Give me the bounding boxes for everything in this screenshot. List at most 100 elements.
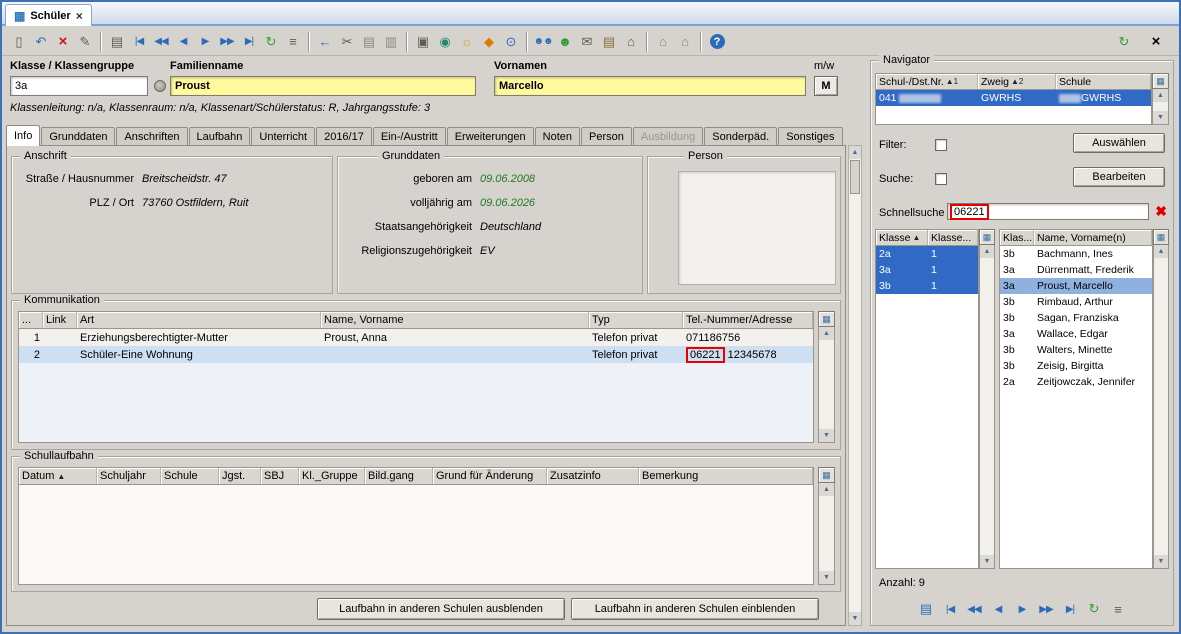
fast-forward-icon[interactable]: ▶▶ [216, 31, 238, 53]
notify-icon[interactable]: ◆ [478, 31, 500, 53]
name-list-row[interactable]: 3a Dürrenmatt, Frederik [1000, 262, 1152, 278]
name-list-row[interactable]: 3b Zeisig, Birgitta [1000, 358, 1152, 374]
scroll-up-icon[interactable]: ▲ [1154, 245, 1168, 258]
col-name-vorname[interactable]: Name, Vorname(n) [1034, 230, 1152, 245]
tab-sonstiges[interactable]: Sonstiges [778, 127, 842, 145]
cut-icon[interactable]: ✂ [336, 31, 358, 53]
kommunikation-row[interactable]: 2 Schüler-Eine Wohnung Telefon privat 06… [19, 346, 813, 363]
previous-record-icon[interactable]: ◀ [172, 31, 194, 53]
name-list-row[interactable]: 3b Rimbaud, Arthur [1000, 294, 1152, 310]
list-icon[interactable]: ≡ [282, 31, 304, 53]
tab-schuljahr[interactable]: 2016/17 [316, 127, 372, 145]
name-list-row[interactable]: 3b Walters, Minette [1000, 342, 1152, 358]
previous-record-icon[interactable]: ◀ [988, 600, 1008, 618]
col-art[interactable]: Art [77, 312, 321, 328]
report-icon[interactable]: ▤ [106, 31, 128, 53]
col-zweig[interactable]: Zweig▲2 [978, 74, 1056, 89]
col-name[interactable]: Name, Vorname [321, 312, 589, 328]
tab-anschriften[interactable]: Anschriften [116, 127, 187, 145]
paste-icon[interactable]: ▥ [380, 31, 402, 53]
building-icon[interactable]: ⌂ [620, 31, 642, 53]
export-icon[interactable]: ▤ [598, 31, 620, 53]
col-jgst[interactable]: Jgst. [219, 468, 261, 484]
print-icon[interactable]: ▣ [412, 31, 434, 53]
fast-back-icon[interactable]: ◀◀ [150, 31, 172, 53]
col-link[interactable]: Link [43, 312, 77, 328]
tab-unterricht[interactable]: Unterricht [251, 127, 315, 145]
klasse-input[interactable] [10, 76, 148, 96]
school-row[interactable]: 041 GWRHS GWRHS [876, 90, 1151, 106]
fast-forward-icon[interactable]: ▶▶ [1036, 600, 1056, 618]
col-kl-gruppe[interactable]: Kl._Gruppe [299, 468, 365, 484]
klasse-row[interactable]: 2a 1 [876, 246, 978, 262]
tab-noten[interactable]: Noten [535, 127, 580, 145]
auswaehlen-button[interactable]: Auswählen [1073, 133, 1165, 153]
name-list-row-selected[interactable]: 3a Proust, Marcello [1000, 278, 1152, 294]
schullaufbahn-scrollbar[interactable]: ▲ ▼ [818, 483, 835, 585]
new-record-icon[interactable]: ▯ [8, 31, 30, 53]
scroll-down-icon[interactable]: ▼ [819, 429, 834, 442]
tab-info[interactable]: Info [6, 125, 40, 146]
filter-checkbox[interactable] [935, 139, 947, 151]
klasse-row[interactable]: 3a 1 [876, 262, 978, 278]
refresh-icon[interactable]: ↻ [260, 31, 282, 53]
klasse-scrollbar[interactable]: ▲ ▼ [979, 245, 995, 569]
col-bildgang[interactable]: Bild.gang [365, 468, 433, 484]
last-record-icon[interactable]: ▶| [1060, 600, 1080, 618]
tab-person[interactable]: Person [581, 127, 632, 145]
table-settings-icon[interactable]: ▦ [1153, 229, 1169, 245]
revert-record-icon[interactable]: ↶ [30, 31, 52, 53]
schnellsuche-input[interactable]: 06221 [947, 203, 1149, 220]
tab-schueler[interactable]: ▦ Schüler × [5, 4, 92, 26]
history-icon[interactable]: ⊙ [500, 31, 522, 53]
scroll-down-icon[interactable]: ▼ [819, 571, 834, 584]
name-list-row[interactable]: 3b Bachmann, Ines [1000, 246, 1152, 262]
col-zusatzinfo[interactable]: Zusatzinfo [547, 468, 639, 484]
klasse-status-indicator[interactable] [154, 80, 166, 92]
col-datum[interactable]: Datum▲ [19, 468, 97, 484]
tab-grunddaten[interactable]: Grunddaten [41, 127, 115, 145]
users-icon[interactable]: ☻☻ [532, 31, 554, 53]
kommunikation-row[interactable]: 1 Erziehungsberechtigter-Mutter Proust, … [19, 329, 813, 346]
col-typ[interactable]: Typ [589, 312, 683, 328]
last-record-icon[interactable]: ▶| [238, 31, 260, 53]
scroll-up-icon[interactable]: ▲ [1153, 89, 1168, 102]
scroll-down-icon[interactable]: ▼ [1153, 111, 1168, 124]
report-icon[interactable]: ▤ [916, 600, 936, 618]
edit-record-icon[interactable]: ✎ [74, 31, 96, 53]
preview-icon[interactable]: ◉ [434, 31, 456, 53]
name-list-row[interactable]: 3b Sagan, Franziska [1000, 310, 1152, 326]
form-scrollbar[interactable]: ▲ ▼ [848, 145, 862, 626]
vornamen-input[interactable] [494, 76, 806, 96]
klasse-row[interactable]: 3b 1 [876, 278, 978, 294]
scrollbar-thumb[interactable] [850, 160, 860, 194]
next-record-icon[interactable]: ▶ [1012, 600, 1032, 618]
name-scrollbar[interactable]: ▲ ▼ [1153, 245, 1169, 569]
add-user-icon[interactable]: ☻ [554, 31, 576, 53]
fast-back-icon[interactable]: ◀◀ [964, 600, 984, 618]
scroll-up-icon[interactable]: ▲ [819, 483, 834, 496]
list-icon[interactable]: ≡ [1108, 600, 1128, 618]
school-table-scrollbar[interactable]: ▲ ▼ [1152, 89, 1169, 125]
tab-ein-austritt[interactable]: Ein-/Austritt [373, 127, 446, 145]
col-grund[interactable]: Grund für Änderung [433, 468, 547, 484]
help-icon[interactable]: ? [706, 31, 728, 53]
col-klasse[interactable]: Klasse▲ [876, 230, 928, 245]
geschlecht-button[interactable]: M [814, 76, 838, 96]
tab-erweiterungen[interactable]: Erweiterungen [447, 127, 534, 145]
refresh-view-icon[interactable]: ↻ [1113, 31, 1135, 53]
table-settings-icon[interactable]: ▦ [818, 467, 835, 483]
scroll-up-icon[interactable]: ▲ [819, 327, 834, 340]
laufbahn-ausblenden-button[interactable]: Laufbahn in anderen Schulen ausblenden [317, 598, 565, 620]
hint-icon[interactable]: ☼ [456, 31, 478, 53]
familienname-input[interactable] [170, 76, 476, 96]
table-settings-icon[interactable]: ▦ [818, 311, 835, 327]
first-record-icon[interactable]: |◀ [128, 31, 150, 53]
refresh-icon[interactable]: ↻ [1084, 600, 1104, 618]
back-icon[interactable]: ← [314, 31, 336, 53]
col-nr[interactable]: ... [19, 312, 43, 328]
col-schule[interactable]: Schule [1056, 74, 1151, 89]
scroll-down-icon[interactable]: ▼ [980, 555, 994, 568]
tab-close-icon[interactable]: × [76, 9, 83, 23]
col-klassengruppe[interactable]: Klasse... [928, 230, 978, 245]
